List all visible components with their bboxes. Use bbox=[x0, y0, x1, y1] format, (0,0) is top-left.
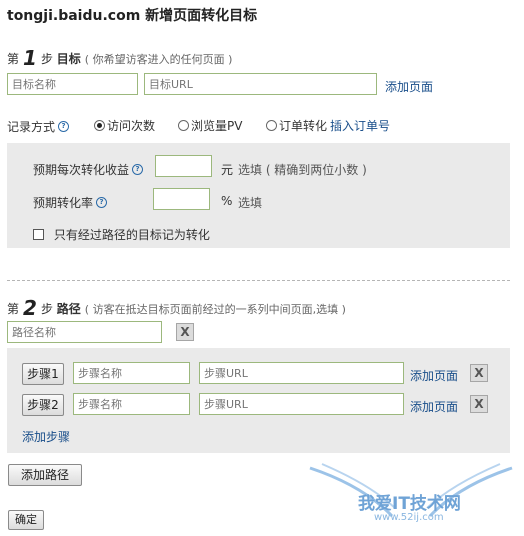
watermark-url: www.52ij.com bbox=[374, 512, 444, 523]
goal-name-input[interactable] bbox=[7, 73, 138, 95]
step1-add-page-link[interactable]: 添加页面 bbox=[410, 367, 458, 384]
step2-hint: ( 访客在抵达目标页面前经过的一系列中间页面,选填 ) bbox=[84, 303, 346, 316]
watermark-title: 我爱IT技术网 bbox=[358, 494, 461, 514]
record-option-pv[interactable]: 浏览量PV bbox=[178, 117, 242, 134]
expected-rate-input[interactable] bbox=[153, 188, 210, 210]
confirm-button[interactable]: 确定 bbox=[8, 510, 44, 530]
step1-remove-button[interactable]: X bbox=[470, 364, 488, 382]
section-divider bbox=[7, 280, 510, 281]
page-heading: 新增页面转化目标 bbox=[145, 8, 258, 24]
revenue-help-icon[interactable]: ? bbox=[132, 164, 144, 175]
record-help-icon[interactable]: ? bbox=[58, 121, 70, 132]
step2-url-input[interactable] bbox=[199, 393, 404, 415]
add-goal-page-link[interactable]: 添加页面 bbox=[385, 78, 433, 95]
only-path-checkbox-row[interactable]: 只有经过路径的目标记为转化 bbox=[33, 226, 210, 243]
radio-icon[interactable] bbox=[94, 120, 105, 131]
step2-name-input[interactable] bbox=[73, 393, 190, 415]
rate-unit: % bbox=[221, 194, 233, 208]
radio-icon[interactable] bbox=[178, 120, 189, 131]
step2-number: 2 bbox=[23, 296, 37, 320]
site-domain: tongji.baidu.com bbox=[7, 8, 141, 24]
only-path-label: 只有经过路径的目标记为转化 bbox=[53, 228, 210, 242]
record-method-label: 记录方式? bbox=[7, 118, 70, 135]
step2-button[interactable]: 步骤2 bbox=[22, 394, 64, 416]
revenue-note: 选填 ( 精确到两位小数 ) bbox=[238, 163, 367, 177]
step1-button[interactable]: 步骤1 bbox=[22, 363, 64, 385]
rate-note: 选填 bbox=[238, 196, 263, 210]
add-step-link[interactable]: 添加步骤 bbox=[22, 428, 70, 445]
rate-help-icon[interactable]: ? bbox=[96, 197, 108, 208]
page-title: tongji.baidu.com 新增页面转化目标 bbox=[7, 5, 257, 25]
expected-rate-label: 预期转化率? bbox=[33, 194, 108, 211]
step1-number: 1 bbox=[23, 46, 37, 70]
step2-heading: 第2步 路径( 访客在抵达目标页面前经过的一系列中间页面,选填 ) bbox=[7, 296, 346, 320]
step2-add-page-link[interactable]: 添加页面 bbox=[410, 398, 458, 415]
expected-revenue-label: 预期每次转化收益? bbox=[33, 161, 144, 178]
insert-order-link[interactable]: 插入订单号 bbox=[330, 117, 390, 134]
step2-remove-button[interactable]: X bbox=[470, 395, 488, 413]
path-name-input[interactable] bbox=[7, 321, 162, 343]
revenue-unit: 元 bbox=[221, 163, 234, 177]
step2-label: 路径 bbox=[56, 302, 81, 316]
goal-url-input[interactable] bbox=[144, 73, 377, 95]
record-option-order[interactable]: 订单转化 bbox=[266, 117, 327, 134]
step1-label: 目标 bbox=[56, 52, 81, 66]
step1-heading: 第1步 目标( 你希望访客进入的任何页面 ) bbox=[7, 46, 233, 70]
expected-revenue-input[interactable] bbox=[155, 155, 212, 177]
step1-hint: ( 你希望访客进入的任何页面 ) bbox=[84, 53, 233, 66]
remove-path-button[interactable]: X bbox=[176, 323, 194, 341]
step1-url-input[interactable] bbox=[199, 362, 404, 384]
radio-icon[interactable] bbox=[266, 120, 277, 131]
add-path-button[interactable]: 添加路径 bbox=[8, 464, 82, 486]
step1-name-input[interactable] bbox=[73, 362, 190, 384]
record-option-visits[interactable]: 访问次数 bbox=[94, 117, 155, 134]
only-path-checkbox[interactable] bbox=[33, 229, 44, 240]
